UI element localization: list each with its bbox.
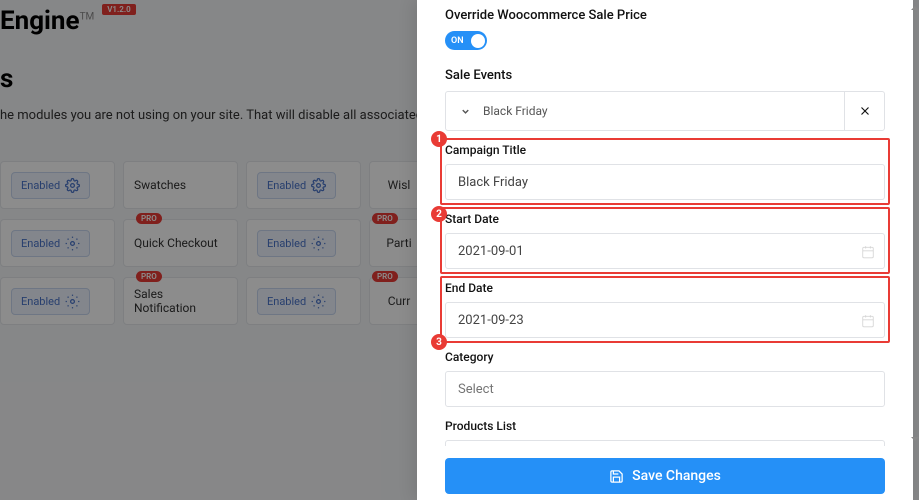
annotation-badge-2: 2 bbox=[431, 206, 447, 222]
toggle-on-label: ON bbox=[451, 36, 464, 46]
sale-events-label: Sale Events bbox=[445, 68, 885, 83]
calendar-icon bbox=[861, 245, 875, 259]
close-event-button[interactable] bbox=[844, 91, 884, 131]
campaign-title-input[interactable] bbox=[445, 164, 885, 200]
toggle-knob bbox=[471, 34, 485, 48]
close-icon bbox=[858, 104, 872, 118]
campaign-title-label: Campaign Title bbox=[445, 143, 885, 157]
override-toggle[interactable]: ON bbox=[445, 31, 487, 50]
category-select[interactable] bbox=[445, 371, 885, 407]
category-label: Category bbox=[445, 350, 885, 364]
start-date-input[interactable] bbox=[445, 233, 885, 269]
override-label: Override Woocommerce Sale Price bbox=[445, 8, 885, 23]
calendar-icon bbox=[861, 314, 875, 328]
end-date-input[interactable] bbox=[445, 302, 885, 338]
end-date-label: End Date bbox=[445, 281, 885, 295]
products-list-select[interactable] bbox=[445, 440, 885, 446]
annotation-badge-1: 1 bbox=[431, 131, 447, 147]
sale-event-name: Black Friday bbox=[483, 104, 548, 118]
scrollbar[interactable] bbox=[913, 0, 919, 500]
save-changes-button[interactable]: Save Changes bbox=[445, 458, 885, 494]
save-icon bbox=[609, 469, 624, 484]
products-list-label: Products List bbox=[445, 419, 885, 433]
start-date-label: Start Date bbox=[445, 212, 885, 226]
chevron-down-icon bbox=[460, 106, 471, 117]
sale-event-panel: Override Woocommerce Sale Price ON Sale … bbox=[417, 0, 913, 500]
annotation-badge-3: 3 bbox=[431, 334, 447, 350]
sale-event-header[interactable]: Black Friday bbox=[445, 91, 885, 131]
